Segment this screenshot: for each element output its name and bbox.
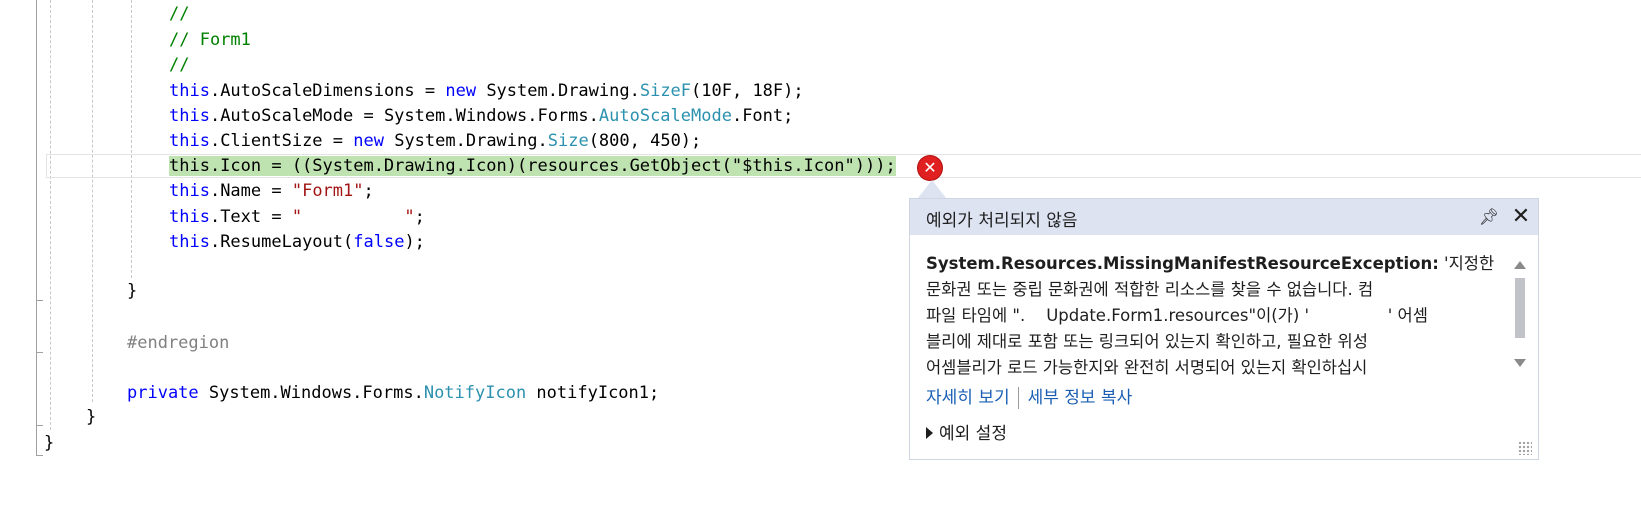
type-name: AutoScaleMode [598,106,732,126]
message-line: 어셈블리가 로드 가능한지와 완전히 서명되어 있는지 확인하십시 [926,358,1368,375]
code-text: ; [363,181,374,201]
code-text: System.Windows.Forms. [198,383,424,403]
code-line: this.Name = "Form1"; [169,178,374,204]
code-text: notifyIcon1; [526,383,660,403]
outline-tick [36,352,43,353]
keyword: this [169,131,210,151]
message-line: 블리에 제대로 포함 또는 링크되어 있는지 확인하고, 필요한 위성 [926,332,1368,351]
link-separator [1017,387,1019,409]
code-text: System.Drawing. [476,81,640,101]
exception-settings-label: 예외 설정 [939,424,1007,444]
code-line: } [86,407,97,427]
code-line: this.Text = " "; [169,204,425,230]
keyword: this [169,106,210,126]
code-text: (10F, 18F); [691,81,804,101]
expand-triangle-icon [926,427,933,439]
popup-header: 예외가 처리되지 않음 📌︎ ✕ [910,199,1538,235]
code-text: (800, 450); [588,131,702,151]
code-text: .AutoScaleMode = System.Windows.Forms. [209,106,599,126]
code-text: .Name = [209,181,292,201]
indent-guide [50,0,51,430]
indent-guide [92,0,93,402]
code-text: .Font; [731,106,794,126]
view-details-link[interactable]: 자세히 보기 [926,388,1010,408]
code-line: // [169,55,190,75]
code-line: } [44,433,55,453]
message-line: '지정한 [1438,254,1495,273]
outline-tick [36,425,43,426]
code-line: this.AutoScaleMode = System.Windows.Form… [169,103,793,129]
scroll-up-icon[interactable] [1514,261,1526,269]
resize-grip-icon[interactable] [1518,441,1532,455]
popup-pointer [918,180,946,198]
type-name: NotifyIcon [423,383,527,403]
pin-icon[interactable]: 📌︎ [1478,204,1500,230]
code-line: } [127,281,138,301]
error-icon[interactable]: ✕ [918,156,942,180]
code-line: this.AutoScaleDimensions = new System.Dr… [169,78,804,104]
error-highlight: this.Icon = ((System.Drawing.Icon)(resou… [169,156,896,176]
code-text: .ResumeLayout( [209,232,354,252]
error-code-line: this.Icon = ((System.Drawing.Icon)(resou… [169,153,896,179]
keyword: new [445,81,477,101]
type-name: SizeF [639,81,692,101]
exception-message: System.Resources.MissingManifestResource… [926,251,1501,375]
outline-tick [36,300,43,301]
code-line: #endregion [127,333,230,353]
exception-popup: 예외가 처리되지 않음 📌︎ ✕ System.Resources.Missin… [909,198,1539,460]
string-literal: " " [291,207,415,227]
exception-type: System.Resources.MissingManifestResource… [926,254,1439,273]
code-text: ); [404,232,425,252]
keyword: this [169,181,210,201]
code-line: // Form1 [169,30,251,50]
copy-details-link[interactable]: 세부 정보 복사 [1028,388,1133,408]
keyword: this [169,81,210,101]
close-icon[interactable]: ✕ [1508,203,1534,231]
popup-title: 예외가 처리되지 않음 [926,211,1078,231]
outline-tick [36,455,43,456]
message-scrollbar[interactable] [1511,253,1529,375]
keyword: this [169,232,210,252]
code-text: .Text = [209,207,292,227]
outline-bar [36,0,37,456]
indent-guide [131,0,132,278]
keyword: private [127,383,199,403]
keyword: false [353,232,405,252]
code-line: // [169,4,190,24]
popup-links: 자세히 보기 세부 정보 복사 [926,385,1132,411]
code-text: System.Drawing. [383,131,548,151]
message-line: 파일 타임에 ". Update.Form1.resources"이(가) ' … [926,306,1428,325]
type-name: Size [547,131,589,151]
code-line: this.ClientSize = new System.Drawing.Siz… [169,128,701,154]
code-line: this.ResumeLayout(false); [169,229,425,255]
scroll-thumb[interactable] [1515,278,1525,338]
keyword: new [353,131,384,151]
scroll-down-icon[interactable] [1514,359,1526,367]
code-line: private System.Windows.Forms.NotifyIcon … [127,380,659,406]
message-line: 문화권 또는 중립 문화권에 적합한 리소스를 찾을 수 없습니다. 컴 [926,280,1374,299]
code-text: .AutoScaleDimensions = [209,81,446,101]
code-text: ; [414,207,425,227]
keyword: this [169,207,210,227]
exception-settings-toggle[interactable]: 예외 설정 [926,421,1007,447]
code-text: .ClientSize = [209,131,354,151]
string-literal: "Form1" [291,181,364,201]
